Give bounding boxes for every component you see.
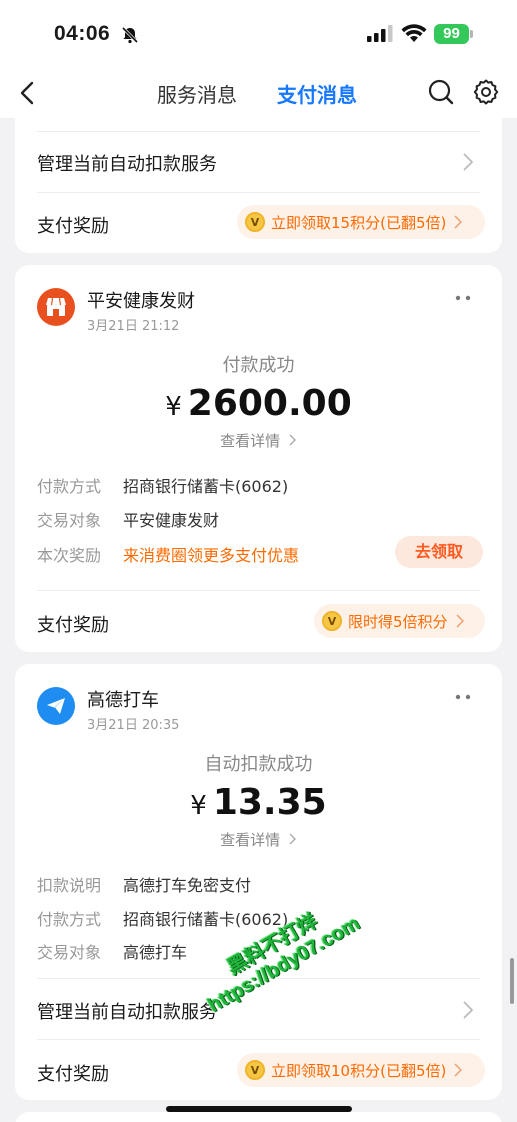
battery-tip <box>470 30 473 38</box>
info-label: 扣款说明 <box>37 876 102 895</box>
view-details-link[interactable]: 查看详情 <box>15 430 502 451</box>
info-value: 平安健康发财 <box>123 511 220 530</box>
back-icon[interactable] <box>14 78 42 108</box>
info-value: 高德打车 <box>123 943 188 962</box>
search-icon[interactable] <box>427 78 455 106</box>
reward-pill-text: 立即领取10积分(已翻5倍) <box>271 1061 447 1080</box>
transaction-time: 3月21日 20:35 <box>87 718 180 733</box>
coin-icon: V <box>245 212 265 232</box>
tab-service-messages[interactable]: 服务消息 <box>157 79 237 108</box>
divider <box>37 192 480 193</box>
bell-off-icon <box>121 26 139 44</box>
reward-pill-text: 立即领取15积分(已翻5倍) <box>271 213 447 232</box>
merchant-name: 平安健康发财 <box>87 291 195 312</box>
info-value: 招商银行储蓄卡(6062) <box>123 477 289 496</box>
info-label: 本次奖励 <box>37 546 102 565</box>
divider <box>37 590 480 591</box>
payment-amount: ¥2600.00 <box>15 383 502 424</box>
payment-card-pingan: 平安健康发财 3月21日 21:12 付款成功 ¥2600.00 查看详情 付款… <box>15 265 502 652</box>
status-bar: 04:06 99 <box>0 0 517 68</box>
battery-indicator: 99 <box>434 24 469 44</box>
home-indicator[interactable] <box>166 1106 352 1112</box>
chevron-right-icon <box>289 434 296 446</box>
amount-value: 2600.00 <box>187 383 352 424</box>
chevron-right-icon <box>289 833 296 845</box>
more-dots-icon[interactable] <box>455 295 471 301</box>
payment-status: 自动扣款成功 <box>204 754 313 775</box>
status-time: 04:06 <box>54 22 111 45</box>
currency-symbol: ¥ <box>165 392 182 422</box>
amount-value: 13.35 <box>212 782 327 823</box>
chevron-right-icon <box>456 614 464 628</box>
scrollbar[interactable] <box>510 958 514 1004</box>
info-label: 交易对象 <box>37 943 102 962</box>
promo-link[interactable]: 来消费圈领更多支付优惠 <box>123 542 299 566</box>
store-icon <box>37 288 75 326</box>
info-label: 付款方式 <box>37 910 102 929</box>
payment-reward-label: 支付奖励 <box>37 216 109 237</box>
info-value: 高德打车免密支付 <box>123 876 252 895</box>
divider <box>37 131 480 132</box>
reward-pill[interactable]: V 限时得5倍积分 <box>314 604 485 638</box>
chevron-right-icon <box>463 153 474 171</box>
view-details-label: 查看详情 <box>220 831 281 849</box>
view-details-label: 查看详情 <box>220 432 281 450</box>
more-dots-icon[interactable] <box>455 694 471 700</box>
auto-debit-card-top: 管理当前自动扣款服务 支付奖励 V 立即领取15积分(已翻5倍) <box>15 110 502 253</box>
next-card-peek <box>15 1112 502 1122</box>
view-details-link[interactable]: 查看详情 <box>15 829 502 850</box>
info-label: 付款方式 <box>37 477 102 496</box>
info-value: 招商银行储蓄卡(6062) <box>123 910 289 929</box>
reward-pill[interactable]: V 立即领取15积分(已翻5倍) <box>237 205 485 239</box>
signal-icon <box>367 25 393 42</box>
gear-icon[interactable] <box>472 78 500 106</box>
payment-reward-label: 支付奖励 <box>37 1064 109 1085</box>
reward-pill-text: 限时得5倍积分 <box>348 612 448 631</box>
wifi-icon <box>401 24 427 42</box>
coin-icon: V <box>322 611 342 631</box>
chevron-right-icon <box>454 215 463 229</box>
manage-auto-debit-link[interactable]: 管理当前自动扣款服务 <box>37 150 217 176</box>
chevron-right-icon <box>463 1001 474 1019</box>
merchant-name: 高德打车 <box>87 690 159 711</box>
paper-plane-icon <box>37 687 75 725</box>
payment-reward-label: 支付奖励 <box>37 615 109 636</box>
currency-symbol: ¥ <box>190 791 207 821</box>
payment-amount: ¥13.35 <box>15 782 502 823</box>
chevron-right-icon <box>454 1063 463 1077</box>
payment-status: 付款成功 <box>222 355 295 376</box>
claim-button[interactable]: 去领取 <box>395 536 483 568</box>
tab-payment-messages[interactable]: 支付消息 <box>277 79 357 108</box>
transaction-time: 3月21日 21:12 <box>87 319 180 334</box>
info-label: 交易对象 <box>37 511 102 530</box>
